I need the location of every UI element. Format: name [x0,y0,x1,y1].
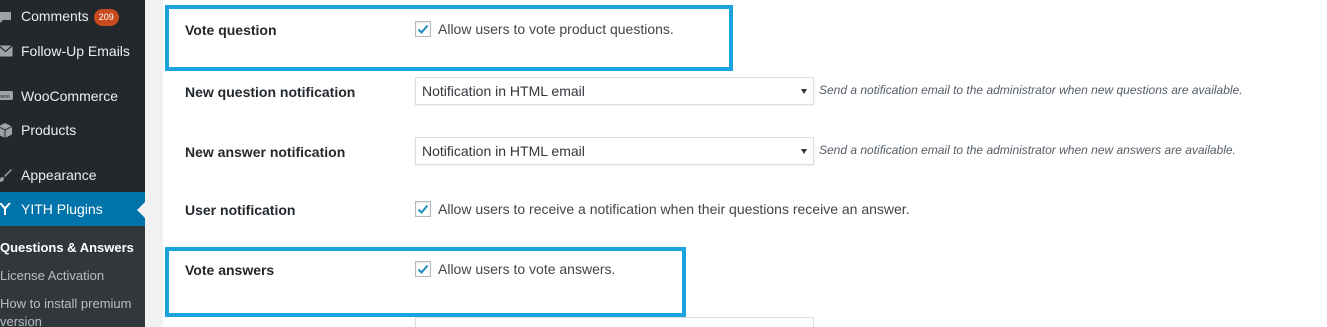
sidebar-item-label: Appearance [21,167,97,183]
select-value: Notification in HTML email [422,83,585,99]
select-value: Notification in HTML email [422,143,585,159]
svg-text:woo: woo [0,94,9,100]
sidebar-item-label: WooCommerce [21,88,118,104]
user-notification-option[interactable]: Allow users to receive a notification wh… [415,201,910,217]
admin-sidebar: Comments 209 Follow-Up Emails woo WooComm… [0,0,145,327]
submenu-item-install-premium[interactable]: How to install premium [0,296,132,311]
yith-submenu: Questions & Answers License Activation H… [0,226,145,327]
comments-count-badge: 209 [93,9,119,26]
yith-icon [0,200,14,218]
sidebar-item-comments[interactable]: Comments 209 [0,0,145,34]
envelope-icon [0,42,14,60]
submenu-item-questions-answers[interactable]: Questions & Answers [0,240,134,255]
settings-panel: Vote question Allow users to vote produc… [163,0,1327,327]
submenu-item-install-premium-cont[interactable]: version [0,314,42,327]
new-question-notification-label: New question notification [185,84,356,100]
new-question-notification-select[interactable]: Notification in HTML email [415,77,814,105]
woo-icon: woo [0,87,14,105]
new-question-notification-description: Send a notification email to the adminis… [819,83,1243,97]
sidebar-item-products[interactable]: Products [0,113,145,147]
sidebar-item-yith-plugins[interactable]: YITH Plugins [0,192,145,226]
submenu-item-license-activation[interactable]: License Activation [0,268,104,283]
highlight-box-vote-answers [165,247,686,317]
user-notification-checkbox[interactable] [415,201,431,217]
new-answer-notification-select[interactable]: Notification in HTML email [415,137,814,165]
next-row-select-partial[interactable] [415,317,814,327]
sidebar-item-label: Products [21,122,77,138]
highlight-box-vote-question [165,5,733,71]
brush-icon [0,166,14,184]
chevron-down-icon [801,149,807,154]
chevron-down-icon [801,89,807,94]
new-answer-notification-label: New answer notification [185,144,346,160]
user-notification-label: User notification [185,202,296,218]
new-answer-notification-description: Send a notification email to the adminis… [819,143,1236,157]
sidebar-item-label: Comments [21,8,89,24]
active-menu-arrow [137,202,145,218]
checkmark-icon [417,204,429,214]
sidebar-item-label: YITH Plugins [21,201,103,217]
comments-icon [0,8,14,26]
sidebar-item-woocommerce[interactable]: woo WooCommerce [0,79,145,113]
sidebar-item-follow-up-emails[interactable]: Follow-Up Emails [0,34,145,68]
sidebar-item-label: Follow-Up Emails [21,43,130,59]
sidebar-item-appearance[interactable]: Appearance [0,158,145,192]
user-notification-text: Allow users to receive a notification wh… [438,201,910,217]
products-icon [0,121,14,139]
